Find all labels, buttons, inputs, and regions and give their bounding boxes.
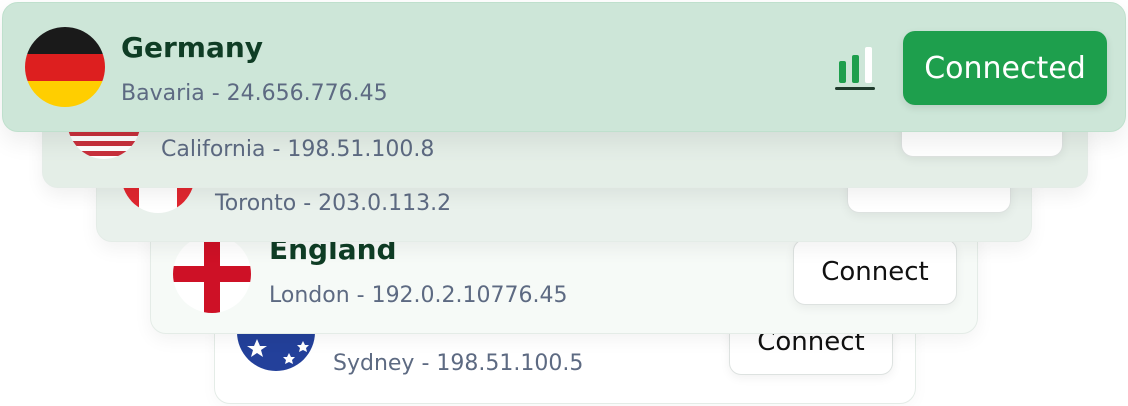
server-detail: California - 198.51.100.8 [161, 137, 435, 162]
connect-button[interactable]: Connect [793, 239, 957, 305]
germany-flag-icon [25, 27, 105, 107]
server-detail: London - 192.0.2.10776.45 [269, 283, 568, 308]
server-list: Sydney - 198.51.100.5 Connect England Lo… [0, 0, 1128, 406]
server-detail: Bavaria - 24.656.776.45 [121, 81, 388, 106]
connected-button[interactable]: Connected [903, 31, 1107, 105]
signal-strength-icon [835, 47, 877, 93]
server-card-germany[interactable]: Germany Bavaria - 24.656.776.45 Connecte… [2, 2, 1126, 132]
server-detail: Toronto - 203.0.113.2 [215, 191, 452, 216]
england-flag-icon [173, 235, 251, 313]
server-country: Germany [121, 31, 264, 64]
server-detail: Sydney - 198.51.100.5 [333, 351, 584, 376]
